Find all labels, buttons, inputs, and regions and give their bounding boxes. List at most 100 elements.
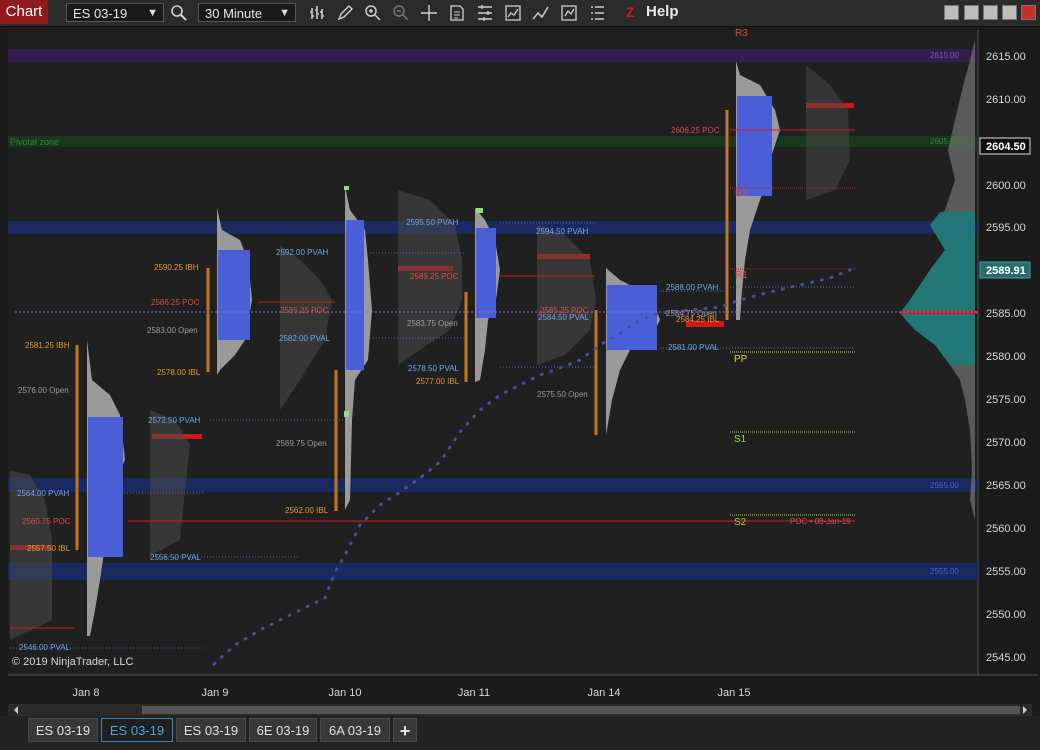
y-tick: 2600.00 [986,180,1026,192]
strategies-icon[interactable] [504,4,522,22]
level-label: 2586.25 POC [151,298,200,307]
zone-label: 2555.00 [930,567,959,576]
x-tick: Jan 10 [328,687,361,699]
level-label: 2584.50 PVAL [538,313,590,322]
level-label: 2557.50 IBL [27,544,71,553]
level-label: 2590.25 IBH [154,263,199,272]
tile-window-button[interactable] [944,5,959,20]
y-tick: 2575.00 [986,394,1026,406]
tab-6a[interactable]: 6A 03-19 [320,718,390,742]
tab-6e[interactable]: 6E 03-19 [249,718,317,742]
level-label: 2585.25 POC [280,306,329,315]
pivot-label: R3 [735,28,748,39]
level-label: 2581.00 PVAL [668,343,720,352]
instrument-tabs: ES 03-19 ES 03-19 ES 03-19 6E 03-19 6A 0… [0,716,1040,750]
maximize-button[interactable] [1002,5,1017,20]
level-label: 2546.00 PVAL [19,643,71,652]
poc-reference-label: POC • 08-Jan-19 [790,517,851,526]
y-tick: 2545.00 [986,652,1026,664]
last-price: 2604.50 [986,141,1026,153]
level-label: 2606.25 POC [671,126,720,135]
templates-icon[interactable] [560,4,578,22]
level-label: 2576.00 Open [18,386,69,395]
search-icon[interactable] [170,4,188,22]
tile-window-button-2[interactable] [964,5,979,20]
close-window-button[interactable] [1021,5,1036,20]
level-label: 2572.50 PVAH [148,416,201,425]
help-menu[interactable]: Help [646,3,679,21]
level-label: 2578.50 PVAL [408,364,460,373]
interval-selector[interactable]: 30 Minute ▼ [198,3,296,22]
level-label: 2582.00 PVAL [279,334,331,343]
level-label: 2562.00 IBL [285,506,329,515]
bar-type-icon[interactable] [309,4,327,22]
tab-es-1[interactable]: ES 03-19 [28,718,98,742]
level-label: 2578.00 IBL [157,368,201,377]
x-tick: Jan 8 [73,687,100,699]
level-label: 2581.25 IBH [25,341,70,350]
zone-label: 2615.00 [930,51,959,60]
instrument-value: ES 03-19 [73,6,128,21]
y-tick: 2560.00 [986,523,1026,535]
add-tab-button[interactable]: + [393,718,417,742]
chart-toolbar: Chart ES 03-19 ▼ 30 Minute ▼ Z Help [0,0,1040,27]
instrument-selector[interactable]: ES 03-19 ▼ [66,3,164,22]
pivot-label: S2 [734,517,747,528]
crosshair-icon[interactable] [420,4,438,22]
y-tick: 2580.00 [986,351,1026,363]
copyright-text: © 2019 NinjaTrader, LLC [12,656,133,668]
data-box-icon[interactable] [448,4,466,22]
pivot-label: S1 [734,434,747,445]
level-label: 2594.50 PVAH [536,227,589,236]
minimize-button[interactable] [983,5,998,20]
blue-zone-band [8,563,978,580]
zone-label: 2605.00 [930,137,959,146]
level-label: 2589.25 POC [410,272,459,281]
level-label: 2588.00 PVAH [666,283,719,292]
chart-panel[interactable]: Pivotal zone 2615.00 2610.00 2600.00 259… [0,26,1040,716]
properties-icon[interactable] [476,4,494,22]
x-tick: Jan 9 [202,687,229,699]
level-label: 2556.50 PVAL [150,553,202,562]
level-label: 2564.00 PVAH [17,489,70,498]
level-label: 2583.75 Open [407,319,458,328]
x-tick: Jan 15 [717,687,750,699]
level-label: 2583.00 Open [147,326,198,335]
zoom-in-icon[interactable] [364,4,382,22]
y-tick: 2595.00 [986,222,1026,234]
vwap-price: 2589.91 [986,265,1026,277]
price-axis: 2615.00 2610.00 2600.00 2595.00 2585.00 … [979,51,1031,664]
level-label: 2577.00 IBL [416,377,460,386]
x-tick: Jan 11 [458,687,490,699]
scrollbar-thumb[interactable] [142,706,1020,714]
y-tick: 2570.00 [986,437,1026,449]
time-axis: Jan 8 Jan 9 Jan 10 Jan 11 Jan 14 Jan 15 [73,687,751,699]
level-label: 2595.50 PVAH [406,218,459,227]
pivotal-zone-label: Pivotal zone [10,137,59,147]
level-label: 2569.75 Open [276,439,327,448]
y-tick: 2555.00 [986,566,1026,578]
chart-menu-button[interactable]: Chart [0,0,48,24]
indicators-icon[interactable] [532,4,550,22]
pivot-label: PP [734,354,748,365]
tab-es-active[interactable]: ES 03-19 [101,718,173,742]
chevron-down-icon: ▼ [147,7,158,19]
ninja-z-icon[interactable]: Z [622,3,638,21]
level-label: 2592.00 PVAH [276,248,329,257]
tab-es-3[interactable]: ES 03-19 [176,718,246,742]
level-label: 2560.75 POC [22,517,71,526]
y-tick: 2610.00 [986,94,1026,106]
y-tick: 2615.00 [986,51,1026,63]
draw-tool-icon[interactable] [336,4,354,22]
zone-label: 2565.00 [930,481,959,490]
resistance-zone-band [8,49,978,62]
level-label: 2584.25 IBL [676,315,720,324]
x-tick: Jan 14 [587,687,620,699]
zoom-out-icon[interactable] [392,4,410,22]
y-tick: 2550.00 [986,609,1026,621]
level-label: 2575.50 Open [537,390,588,399]
chevron-down-icon: ▼ [279,7,290,19]
y-tick: 2565.00 [986,480,1026,492]
interval-value: 30 Minute [205,6,263,21]
chart-trader-icon[interactable] [588,4,606,22]
